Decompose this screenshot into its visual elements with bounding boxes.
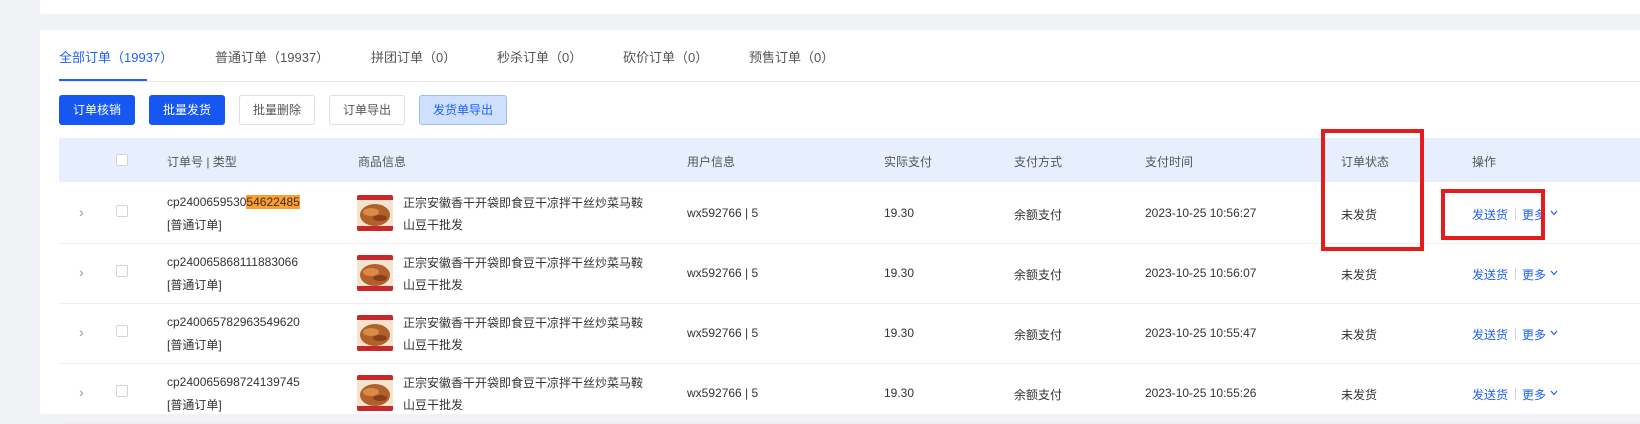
more-link[interactable]: 更多 (1522, 266, 1546, 283)
chevron-down-icon[interactable] (1549, 327, 1559, 337)
product-title[interactable]: 正宗安徽香干开袋即食豆干凉拌干丝炒菜马鞍 (403, 254, 643, 271)
header-goods: 商品信息 (358, 155, 407, 169)
pay-method: 余额支付 (1014, 268, 1063, 282)
product-title-line2[interactable]: 山豆干批发 (403, 216, 463, 233)
tab-seckill-orders[interactable]: 秒杀订单（0） (497, 47, 582, 66)
pay-time: 2023-10-25 10:56:07 (1145, 266, 1257, 280)
product-title-line2[interactable]: 山豆干批发 (403, 336, 463, 353)
ship-link[interactable]: 发送货 (1472, 386, 1508, 403)
order-tabs: 全部订单（19937） 普通订单（19937） 拼团订单（0） 秒杀订单（0） … (59, 30, 1640, 82)
product-thumbnail[interactable] (357, 195, 393, 231)
chevron-down-icon[interactable] (1549, 267, 1559, 277)
paid-amount: 19.30 (884, 206, 915, 220)
table-row[interactable]: › cp240065868111883066 [普通订单] 正宗安徽香干开袋即食… (59, 243, 1640, 304)
user-info: wx592766 | 5 (687, 206, 759, 220)
header-pay-time: 支付时间 (1145, 155, 1194, 169)
top-panel (40, 0, 1640, 14)
ship-link[interactable]: 发送货 (1472, 266, 1508, 283)
paid-amount: 19.30 (884, 266, 915, 280)
order-type: [普通订单] (167, 218, 222, 232)
more-link[interactable]: 更多 (1522, 326, 1546, 343)
header-user: 用户信息 (687, 155, 736, 169)
order-number-text: cp240065782963549620 (167, 315, 300, 329)
table-row[interactable]: › cp240065698724139745 [普通订单] 正宗安徽香干开袋即食… (59, 363, 1640, 424)
row-checkbox[interactable] (116, 325, 128, 337)
product-title[interactable]: 正宗安徽香干开袋即食豆干凉拌干丝炒菜马鞍 (403, 374, 643, 391)
pay-method: 余额支付 (1014, 328, 1063, 342)
select-all-checkbox[interactable] (116, 154, 128, 166)
action-annotation-box (1441, 189, 1545, 240)
chevron-down-icon[interactable] (1549, 387, 1559, 397)
user-info: wx592766 | 5 (687, 386, 759, 400)
order-status: 未发货 (1341, 328, 1378, 342)
active-tab-indicator (59, 79, 147, 81)
order-number-text: cp240065698724139745 (167, 375, 300, 389)
paid-amount: 19.30 (884, 326, 915, 340)
more-link[interactable]: 更多 (1522, 386, 1546, 403)
order-status: 未发货 (1341, 268, 1378, 282)
row-checkbox[interactable] (116, 265, 128, 277)
tab-bargain-orders[interactable]: 砍价订单（0） (623, 47, 708, 66)
product-thumbnail[interactable] (357, 315, 393, 351)
header-order: 订单号 | 类型 (167, 155, 237, 169)
order-status: 未发货 (1341, 388, 1378, 402)
action-divider (1515, 328, 1516, 340)
order-type: [普通订单] (167, 398, 222, 412)
chevron-right-icon[interactable]: › (79, 385, 87, 399)
order-number-text: cp2400659530 (167, 195, 247, 209)
status-annotation-box (1321, 129, 1424, 251)
tab-presale-orders[interactable]: 预售订单（0） (749, 47, 834, 66)
header-pay-method: 支付方式 (1014, 155, 1063, 169)
order-type: [普通订单] (167, 278, 222, 292)
pay-time: 2023-10-25 10:55:26 (1145, 386, 1257, 400)
product-thumbnail[interactable] (357, 375, 393, 411)
order-number: cp240065782963549620 (167, 315, 300, 329)
order-number: cp240065953054622485 (167, 195, 300, 209)
chevron-down-icon[interactable] (1549, 207, 1559, 217)
header-action: 操作 (1472, 155, 1497, 169)
product-title[interactable]: 正宗安徽香干开袋即食豆干凉拌干丝炒菜马鞍 (403, 194, 643, 211)
product-title[interactable]: 正宗安徽香干开袋即食豆干凉拌干丝炒菜马鞍 (403, 314, 643, 331)
user-info: wx592766 | 5 (687, 326, 759, 340)
ship-link[interactable]: 发送货 (1472, 326, 1508, 343)
pay-method: 余额支付 (1014, 208, 1063, 222)
action-divider (1515, 268, 1516, 280)
export-shipping-button[interactable]: 发货单导出 (419, 95, 507, 125)
product-thumbnail[interactable] (357, 255, 393, 291)
product-title-line2[interactable]: 山豆干批发 (403, 276, 463, 293)
row-checkbox[interactable] (116, 205, 128, 217)
batch-delete-button[interactable]: 批量删除 (239, 95, 315, 125)
pay-method: 余额支付 (1014, 388, 1063, 402)
product-title-line2[interactable]: 山豆干批发 (403, 396, 463, 413)
chevron-right-icon[interactable]: › (79, 325, 87, 339)
user-info: wx592766 | 5 (687, 266, 759, 280)
order-number-highlight: 54622485 (246, 195, 300, 209)
pay-time: 2023-10-25 10:55:47 (1145, 326, 1257, 340)
paid-amount: 19.30 (884, 386, 915, 400)
order-number: cp240065698724139745 (167, 375, 300, 389)
tab-all-orders[interactable]: 全部订单（19937） (59, 47, 173, 66)
order-number-text: cp240065868111883066 (167, 255, 299, 269)
chevron-right-icon[interactable]: › (79, 265, 87, 279)
verify-order-button[interactable]: 订单核销 (59, 95, 135, 125)
pay-time: 2023-10-25 10:56:27 (1145, 206, 1257, 220)
batch-ship-button[interactable]: 批量发货 (149, 95, 225, 125)
table-row[interactable]: › cp240065782963549620 [普通订单] 正宗安徽香干开袋即食… (59, 303, 1640, 364)
chevron-right-icon[interactable]: › (79, 205, 87, 219)
tab-group-orders[interactable]: 拼团订单（0） (371, 47, 456, 66)
export-orders-button[interactable]: 订单导出 (329, 95, 405, 125)
header-paid: 实际支付 (884, 155, 933, 169)
row-checkbox[interactable] (116, 385, 128, 397)
action-divider (1515, 388, 1516, 400)
order-type: [普通订单] (167, 338, 222, 352)
tab-normal-orders[interactable]: 普通订单（19937） (215, 47, 329, 66)
order-number: cp240065868111883066 (167, 255, 298, 269)
